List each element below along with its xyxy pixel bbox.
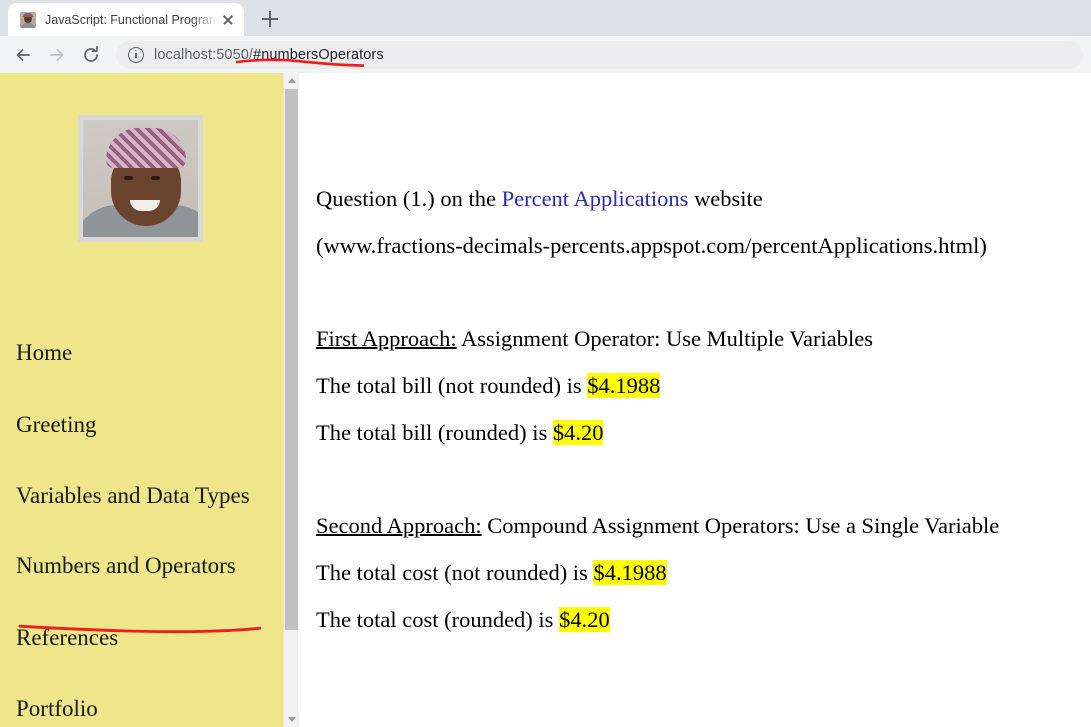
second-approach-line-2-text: The total cost (rounded) is	[316, 607, 560, 632]
address-bar-url: localhost:5050/#numbersOperators	[154, 47, 384, 63]
intro-suffix: website	[688, 186, 763, 211]
scrollbar-thumb[interactable]	[285, 89, 298, 630]
second-approach-value-unrounded: $4.1988	[593, 560, 667, 585]
sidebar-item-label: Home	[16, 340, 73, 365]
forward-arrow-icon[interactable]	[42, 40, 72, 70]
second-approach-heading: Second Approach: Compound Assignment Ope…	[316, 456, 1091, 549]
close-icon[interactable]	[218, 10, 238, 30]
sidebar-item-label: Greeting	[16, 411, 97, 437]
web-page: Home Greeting Variables and Data Types N…	[0, 73, 1091, 727]
intro-prefix: Question (1.) on the	[316, 186, 502, 211]
first-approach-line-1: The total bill (not rounded) is $4.1988	[316, 362, 1091, 409]
second-approach-label: Second Approach:	[316, 513, 482, 538]
address-bar[interactable]: localhost:5050/#numbersOperators	[116, 40, 1083, 69]
main-content: Question (1.) on the Percent Application…	[299, 73, 1091, 727]
tab-title: JavaScript: Functional Programmi	[45, 12, 218, 27]
sidebar-item-greeting[interactable]: Greeting	[0, 409, 283, 442]
sidebar-item-portfolio[interactable]: Portfolio	[0, 693, 283, 726]
sidebar-item-label: Variables and Data Types	[16, 483, 250, 509]
avatar	[78, 115, 203, 242]
scroll-up-arrow-icon[interactable]	[284, 73, 299, 88]
browser-tab[interactable]: JavaScript: Functional Programmi	[8, 3, 244, 36]
first-approach-label: First Approach:	[316, 326, 457, 351]
browser-window: JavaScript: Functional Programmi localho…	[0, 0, 1091, 727]
sidebar-item-home[interactable]: Home	[0, 337, 283, 370]
sidebar-item-label: References	[16, 624, 119, 650]
portrait-favicon	[20, 11, 36, 28]
sidebar-item-variables-and-data-types[interactable]: Variables and Data Types	[0, 480, 283, 513]
browser-toolbar: localhost:5050/#numbersOperators	[0, 36, 1091, 73]
sidebar-scrollbar[interactable]	[283, 73, 299, 727]
first-approach-line-2: The total bill (rounded) is $4.20	[316, 409, 1091, 456]
url-fragment: #numbersOperators	[253, 46, 384, 63]
sidebar-item-label: Numbers and Operators	[16, 552, 236, 578]
second-approach-line-2: The total cost (rounded) is $4.20	[316, 596, 1091, 643]
sidebar: Home Greeting Variables and Data Types N…	[0, 73, 283, 727]
reload-icon[interactable]	[76, 40, 106, 70]
scroll-down-arrow-icon[interactable]	[284, 712, 299, 727]
intro-url-line: (www.fractions-decimals-percents.appspot…	[316, 233, 987, 258]
second-approach-value-rounded: $4.20	[559, 607, 610, 632]
first-approach-line-1-text: The total bill (not rounded) is	[316, 373, 588, 398]
url-host: localhost:5050/	[154, 46, 254, 63]
second-approach-line-1-text: The total cost (not rounded) is	[316, 560, 594, 585]
first-approach-value-unrounded: $4.1988	[587, 373, 661, 398]
sidebar-item-numbers-and-operators[interactable]: Numbers and Operators	[0, 550, 283, 583]
site-info-icon[interactable]	[128, 46, 144, 63]
first-approach-line-2-text: The total bill (rounded) is	[316, 420, 553, 445]
first-approach-description: Assignment Operator: Use Multiple Variab…	[456, 326, 874, 351]
sidebar-item-references[interactable]: References	[0, 622, 283, 655]
percent-applications-link[interactable]: Percent Applications	[502, 186, 689, 211]
back-arrow-icon[interactable]	[8, 40, 38, 70]
first-approach-value-rounded: $4.20	[552, 420, 604, 445]
tab-strip: JavaScript: Functional Programmi	[0, 0, 1091, 36]
new-tab-icon[interactable]	[256, 5, 284, 33]
second-approach-description: Compound Assignment Operators: Use a Sin…	[481, 513, 1000, 538]
sidebar-nav: Home Greeting Variables and Data Types N…	[0, 337, 283, 727]
second-approach-line-1: The total cost (not rounded) is $4.1988	[316, 549, 1091, 596]
first-approach-heading: First Approach: Assignment Operator: Use…	[316, 269, 1091, 362]
intro-line: Question (1.) on the Percent Application…	[316, 73, 1091, 222]
sidebar-item-label: Portfolio	[16, 696, 98, 722]
